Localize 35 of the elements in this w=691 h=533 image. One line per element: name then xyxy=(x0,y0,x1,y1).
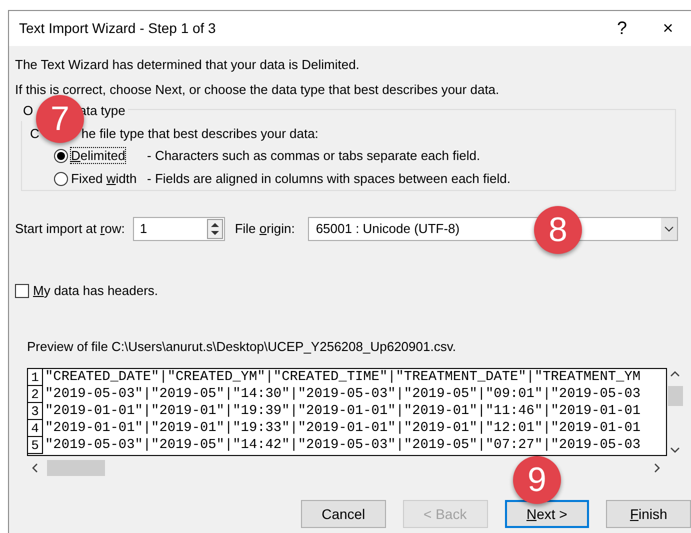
line-number: 5 xyxy=(28,437,43,454)
preview-line: "2019-01-01"|"2019-01"|"19:39"|"2019-01-01"|"2019-01"|"11:46"|"2019-01-01 xyxy=(45,403,641,420)
radio-button[interactable] xyxy=(54,148,68,162)
radio-button[interactable] xyxy=(54,172,68,186)
preview-line: "CREATED_DATE"|"CREATED_YM"|"CREATED_TIME"|"TREATMENT_DATE"|"TREATMENT_YM xyxy=(45,369,641,386)
line-number: 3 xyxy=(28,403,43,420)
preview-line: "2019-01-01"|"2019-01"|"19:33"|"2019-01-01"|"2019-01"|"12:01"|"2019-01-01 xyxy=(45,420,641,437)
caret-icon xyxy=(660,218,677,240)
wizard-button[interactable]: Finish xyxy=(606,500,691,528)
preview-line: "2019-05-03"|"2019-05"|"14:30"|"2019-05-03"|"2019-05"|"09:01"|"2019-05-03 xyxy=(45,386,641,403)
dropdown-value: 65001 : Unicode (UTF-8) xyxy=(316,220,460,238)
help-button[interactable]: ? xyxy=(599,14,645,43)
window-title: Text Import Wizard - Step 1 of 3 xyxy=(19,19,217,38)
close-button[interactable]: × xyxy=(645,14,691,43)
line-number: 4 xyxy=(28,420,43,437)
field-value: 1 xyxy=(140,220,148,238)
checkbox[interactable] xyxy=(15,284,29,298)
start-row-field[interactable]: 1 xyxy=(132,217,225,241)
option-label[interactable]: Fixed width xyxy=(71,170,137,186)
option-description: - Characters such as commas or tabs separate each field. xyxy=(147,146,480,165)
intro-text: The Text Wizard has determined that your data is Delimited. xyxy=(15,56,360,74)
wizard-button[interactable]: Next > xyxy=(504,500,590,528)
line-number: 2 xyxy=(28,386,43,403)
checkbox-label[interactable]: My data has headers. xyxy=(33,281,158,300)
spinner-icon[interactable] xyxy=(206,219,223,239)
preview-title: Preview of file C:\Users\anurut.s\Desktop\UCEP_Y256208_Up620901.csv. xyxy=(27,338,457,356)
start-row-label: Start import at row: xyxy=(15,220,125,238)
line-number: 1 xyxy=(28,369,43,386)
preview-line: "2019-05-03"|"2019-05"|"14:42"|"2019-05-03"|"2019-05"|"07:27"|"2019-05-03 xyxy=(45,437,641,454)
wizard-button[interactable]: Cancel xyxy=(301,500,386,528)
option-description: - Fields are aligned in columns with spaces between each field. xyxy=(147,170,510,188)
file-origin-label: File origin: xyxy=(234,220,295,238)
group-label: O xyxy=(23,102,34,120)
option-label[interactable]: Delimited xyxy=(71,148,126,163)
prompt-text: he file type that best describes your data: xyxy=(81,125,318,143)
